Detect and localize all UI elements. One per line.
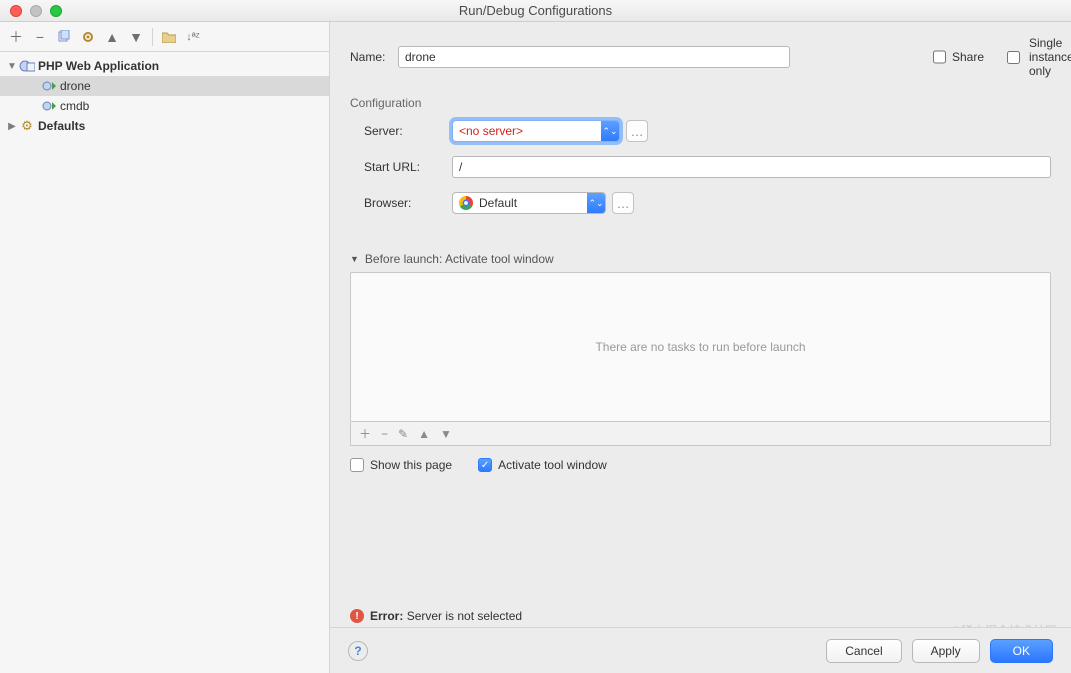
activate-tool-window-checkbox[interactable]: ✓ Activate tool window xyxy=(478,458,607,472)
configurations-panel: ＋ − ▲ ▼ ↓ªᶻ ▼ PHP Web Application xyxy=(0,22,330,673)
chevron-right-icon: ▶ xyxy=(6,121,18,132)
starturl-input[interactable] xyxy=(452,156,1051,178)
activate-tool-window-label: Activate tool window xyxy=(498,458,607,472)
tree-group-label: PHP Web Application xyxy=(38,59,159,73)
server-value: <no server> xyxy=(459,124,595,138)
move-down-icon[interactable]: ▼ xyxy=(128,29,144,45)
server-label: Server: xyxy=(364,124,452,138)
add-icon[interactable]: ＋ xyxy=(8,29,24,45)
apply-button[interactable]: Apply xyxy=(912,639,980,663)
error-message: Server is not selected xyxy=(407,609,522,623)
show-this-page-label: Show this page xyxy=(370,458,452,472)
before-launch-list: There are no tasks to run before launch xyxy=(350,272,1051,422)
single-instance-checkbox[interactable]: Single instance only xyxy=(1003,36,1051,78)
single-instance-label: Single instance only xyxy=(1029,36,1071,78)
tree-item-label: cmdb xyxy=(60,99,89,113)
before-launch-toolbar: ＋ − ✎ ▲ ▼ xyxy=(350,422,1051,446)
remove-icon[interactable]: − xyxy=(32,29,48,45)
run-config-icon xyxy=(40,78,58,94)
chevron-down-icon: ▼ xyxy=(350,254,359,264)
share-label: Share xyxy=(952,50,984,64)
tree-group-php-web[interactable]: ▼ PHP Web Application xyxy=(0,56,329,76)
chrome-icon xyxy=(459,196,473,210)
error-icon: ! xyxy=(350,609,364,623)
browser-label: Browser: xyxy=(364,196,452,210)
tree-item-label: drone xyxy=(60,79,91,93)
before-launch-title: Before launch: Activate tool window xyxy=(365,252,554,266)
browser-more-button[interactable]: … xyxy=(612,192,634,214)
show-this-page-checkbox[interactable]: Show this page xyxy=(350,458,452,472)
error-label: Error: xyxy=(370,609,403,623)
config-form: Name: Share Single instance only Configu… xyxy=(330,22,1071,673)
remove-icon[interactable]: − xyxy=(381,427,388,441)
before-launch-empty: There are no tasks to run before launch xyxy=(595,340,805,354)
configuration-section: Configuration xyxy=(350,96,1051,110)
config-tree: ▼ PHP Web Application drone cmdb ▶ xyxy=(0,52,329,673)
server-select[interactable]: <no server> ⌃⌄ xyxy=(452,120,620,142)
ok-button[interactable]: OK xyxy=(990,639,1053,663)
config-toolbar: ＋ − ▲ ▼ ↓ªᶻ xyxy=(0,22,329,52)
settings-icon[interactable] xyxy=(80,29,96,45)
move-up-icon[interactable]: ▲ xyxy=(104,29,120,45)
separator xyxy=(152,28,153,46)
dialog-footer: Cancel Apply OK xyxy=(330,627,1071,673)
add-icon[interactable]: ＋ xyxy=(359,425,371,442)
chevron-down-icon: ▼ xyxy=(6,61,18,72)
cancel-button[interactable]: Cancel xyxy=(826,639,901,663)
share-checkbox[interactable]: Share xyxy=(933,50,981,64)
move-down-icon[interactable]: ▼ xyxy=(440,427,452,441)
sort-az-icon[interactable]: ↓ªᶻ xyxy=(185,29,201,45)
chevron-updown-icon: ⌃⌄ xyxy=(587,193,605,213)
copy-icon[interactable] xyxy=(56,29,72,45)
help-button[interactable]: ? xyxy=(348,641,368,661)
chevron-updown-icon: ⌃⌄ xyxy=(601,121,619,141)
php-web-icon xyxy=(18,58,36,74)
folder-icon[interactable] xyxy=(161,29,177,45)
error-banner: ! Error: Server is not selected xyxy=(350,609,522,623)
gear-icon xyxy=(18,118,36,134)
browser-select[interactable]: Default ⌃⌄ xyxy=(452,192,606,214)
tree-defaults[interactable]: ▶ Defaults xyxy=(0,116,329,136)
browser-value: Default xyxy=(479,196,581,210)
move-up-icon[interactable]: ▲ xyxy=(418,427,430,441)
server-more-button[interactable]: … xyxy=(626,120,648,142)
run-config-icon xyxy=(40,98,58,114)
tree-defaults-label: Defaults xyxy=(38,119,85,133)
edit-icon[interactable]: ✎ xyxy=(398,427,408,441)
starturl-label: Start URL: xyxy=(364,160,452,174)
before-launch-header[interactable]: ▼ Before launch: Activate tool window xyxy=(350,252,1051,266)
window-title: Run/Debug Configurations xyxy=(0,3,1071,18)
name-input[interactable] xyxy=(398,46,790,68)
name-label: Name: xyxy=(350,50,398,64)
titlebar: Run/Debug Configurations xyxy=(0,0,1071,22)
tree-item-drone[interactable]: drone xyxy=(0,76,329,96)
tree-item-cmdb[interactable]: cmdb xyxy=(0,96,329,116)
